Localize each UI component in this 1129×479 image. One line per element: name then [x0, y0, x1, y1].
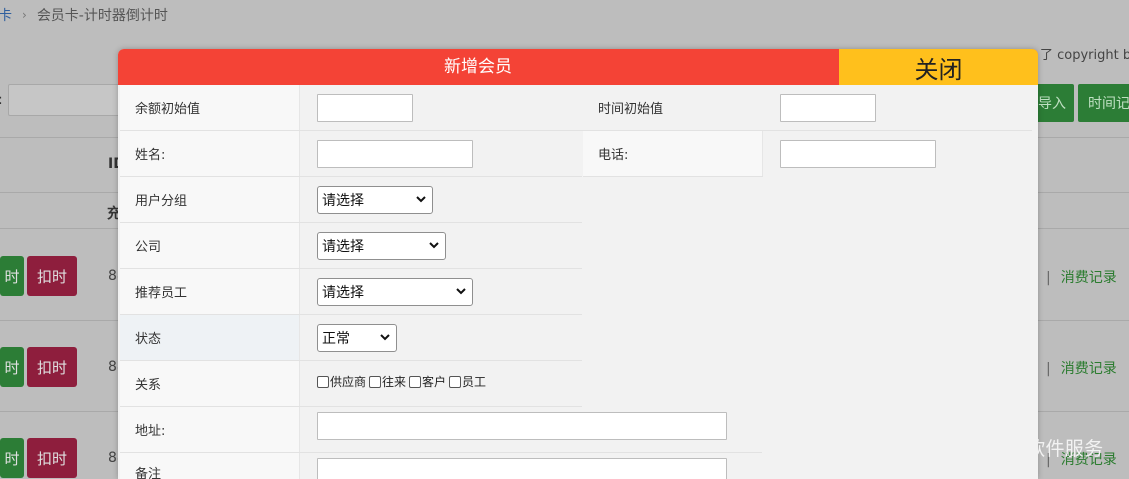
add-time-button[interactable]: 时: [0, 347, 24, 387]
search-input[interactable]: [8, 84, 128, 116]
chevron-down-icon: [429, 242, 439, 249]
relation-checkbox-partner[interactable]: 往来: [369, 373, 406, 390]
address-label: 地址:: [120, 407, 300, 452]
user-group-selected: 请选择: [322, 193, 364, 209]
add-member-modal: 新增会员 关闭 余额初始值 时间初始值 姓名: 电话: 用户分组 请选择 公司 …: [118, 49, 1038, 479]
remark-label: 备注: [120, 453, 300, 479]
deduct-time-button[interactable]: 扣时: [27, 438, 77, 478]
breadcrumb-prev[interactable]: 卡: [0, 5, 12, 25]
breadcrumb-separator-icon: ›: [22, 8, 27, 22]
checkbox-icon[interactable]: [317, 375, 329, 388]
breadcrumb: 卡 › 会员卡-计时器倒计时: [0, 0, 168, 30]
relation-checkbox-group: 供应商 往来 客户 员工: [317, 373, 489, 390]
deduct-time-button[interactable]: 扣时: [27, 256, 77, 296]
referrer-select[interactable]: 请选择: [317, 278, 473, 306]
search-label: :: [0, 92, 3, 108]
address-input[interactable]: [317, 412, 727, 440]
time-record-button[interactable]: 时间记: [1078, 84, 1129, 122]
phone-label: 电话:: [583, 131, 763, 176]
status-select[interactable]: 正常: [317, 324, 397, 352]
status-selected: 正常: [322, 331, 350, 347]
referrer-label: 推荐员工: [120, 269, 300, 314]
referrer-selected: 请选择: [322, 285, 364, 301]
balance-init-input[interactable]: [317, 94, 413, 122]
remark-input[interactable]: [317, 458, 727, 479]
modal-title: 新增会员: [444, 57, 512, 77]
close-button[interactable]: 关闭: [839, 49, 1038, 85]
relation-checkbox-supplier[interactable]: 供应商: [317, 373, 366, 390]
consumption-record-link[interactable]: | 消费记录: [1046, 267, 1117, 287]
name-input[interactable]: [317, 140, 473, 168]
user-group-label: 用户分组: [120, 177, 300, 222]
balance-init-label: 余额初始值: [120, 85, 300, 130]
add-time-button[interactable]: 时: [0, 438, 24, 478]
relation-checkbox-staff[interactable]: 员工: [449, 373, 486, 390]
company-label: 公司: [120, 223, 300, 268]
row-divider: [583, 176, 763, 177]
time-init-label: 时间初始值: [583, 85, 763, 130]
user-group-select[interactable]: 请选择: [317, 186, 433, 214]
time-init-input[interactable]: [780, 94, 876, 122]
company-select[interactable]: 请选择: [317, 232, 446, 260]
add-time-button[interactable]: 时: [0, 256, 24, 296]
checkbox-icon[interactable]: [369, 375, 382, 388]
breadcrumb-current: 会员卡-计时器倒计时: [36, 8, 168, 24]
deduct-time-button[interactable]: 扣时: [27, 347, 77, 387]
checkbox-icon[interactable]: [449, 375, 462, 388]
phone-input[interactable]: [780, 140, 936, 168]
copyright-text: 了 copyright by 未: [1040, 48, 1129, 63]
relation-label: 关系: [120, 361, 300, 406]
consumption-record-link[interactable]: | 消费记录: [1046, 358, 1117, 378]
status-label: 状态: [120, 315, 300, 360]
watermark: CSDN @未来之窗软件服务: [868, 438, 1104, 460]
chevron-down-icon: [380, 334, 390, 341]
name-label: 姓名:: [120, 131, 300, 176]
company-selected: 请选择: [322, 239, 364, 255]
relation-checkbox-customer[interactable]: 客户: [409, 373, 446, 390]
checkbox-icon[interactable]: [409, 375, 422, 388]
modal-header: 新增会员 关闭: [118, 49, 1038, 85]
chevron-down-icon: [416, 196, 426, 203]
chevron-down-icon: [456, 288, 466, 295]
